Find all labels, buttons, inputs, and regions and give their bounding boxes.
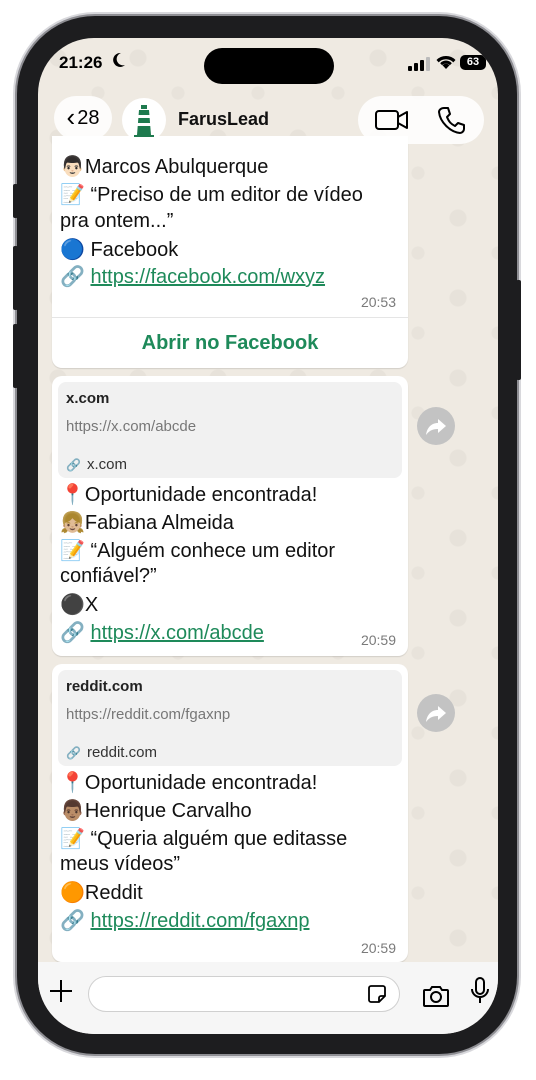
back-button[interactable]: ‹ 28	[54, 96, 112, 140]
message-link[interactable]: https://x.com/abcde	[90, 622, 263, 644]
message-time: 20:53	[360, 294, 396, 310]
link-preview-title: reddit.com	[66, 678, 143, 695]
link-icon: 🔗	[60, 266, 85, 288]
link-preview-url: https://x.com/abcde	[66, 418, 197, 435]
message-bubble[interactable]: reddit.com https://reddit.com/fgaxnp 🔗 re…	[52, 664, 408, 962]
sticker-icon[interactable]	[367, 984, 387, 1004]
message-bubble[interactable]: 👨🏻Marcos Abulquerque 📝 “Preciso de um ed…	[52, 136, 408, 368]
microphone-button[interactable]	[470, 976, 490, 1006]
link-icon: 🔗	[60, 622, 85, 644]
forward-icon	[426, 706, 446, 722]
voice-call-button[interactable]	[436, 104, 468, 136]
status-time: 21:26	[59, 53, 103, 72]
link-icon: 🔗	[60, 910, 85, 932]
microphone-icon	[471, 977, 489, 1003]
message-line: meus vídeos”	[60, 853, 181, 875]
contact-name[interactable]: FarusLead	[178, 109, 269, 130]
message-line: 👨🏽Henrique Carvalho	[60, 800, 252, 822]
forward-button[interactable]	[417, 407, 455, 445]
power-button	[516, 280, 521, 380]
message-line: ⚫X	[60, 594, 99, 616]
message-link[interactable]: https://reddit.com/fgaxnp	[90, 910, 309, 932]
link-icon: 🔗	[66, 458, 81, 472]
call-buttons	[358, 96, 484, 144]
dynamic-island	[204, 48, 334, 84]
message-time: 20:59	[360, 632, 396, 648]
wifi-icon	[436, 54, 456, 70]
message-line: 🔵 Facebook	[60, 239, 179, 261]
message-line: 👧🏼Fabiana Almeida	[60, 512, 234, 534]
video-call-icon	[375, 110, 408, 130]
open-in-facebook-button[interactable]: Abrir no Facebook	[52, 317, 408, 368]
message-input-bar	[38, 962, 498, 1034]
phone-call-icon	[438, 107, 465, 134]
volume-down-button	[13, 324, 18, 388]
message-line: 📝 “Preciso de um editor de vídeo	[60, 184, 363, 206]
unread-count: 28	[77, 106, 100, 129]
link-preview-url: https://reddit.com/fgaxnp	[66, 706, 231, 723]
chevron-left-icon: ‹	[66, 101, 76, 132]
link-preview-title: x.com	[66, 390, 110, 407]
message-link[interactable]: https://facebook.com/wxyz	[90, 266, 325, 288]
video-call-button[interactable]	[374, 106, 410, 134]
message-line: 📍Oportunidade encontrada!	[60, 484, 318, 506]
message-link-line: 🔗 https://x.com/abcde	[60, 620, 264, 645]
message-line: pra ontem...”	[60, 210, 174, 232]
battery-icon: 63	[460, 55, 486, 70]
chat-header: ‹ 28 FarusLead	[38, 92, 498, 148]
link-preview-domain: 🔗 x.com	[66, 456, 127, 473]
contact-avatar[interactable]	[122, 98, 166, 142]
lighthouse-icon	[134, 105, 154, 137]
forward-button[interactable]	[417, 694, 455, 732]
volume-up-button	[13, 246, 18, 310]
plus-icon[interactable]	[48, 976, 74, 1010]
link-preview-domain: 🔗 reddit.com	[66, 744, 157, 761]
camera-button[interactable]	[422, 984, 450, 1008]
message-line: 📍Oportunidade encontrada!	[60, 772, 318, 794]
message-time: 20:59	[360, 940, 396, 956]
message-line: 📝 “Queria alguém que editasse	[60, 828, 348, 850]
message-link-line: 🔗 https://reddit.com/fgaxnp	[60, 908, 309, 933]
cellular-signal-icon	[408, 57, 430, 71]
message-line: 📝 “Alguém conhece um editor	[60, 540, 336, 562]
message-line: confiável?”	[60, 565, 157, 587]
message-line: 👨🏻Marcos Abulquerque	[60, 156, 269, 178]
link-icon: 🔗	[66, 746, 81, 760]
focus-moon-icon	[112, 52, 126, 73]
message-bubble[interactable]: x.com https://x.com/abcde 🔗 x.com 📍Oportu…	[52, 376, 408, 656]
camera-icon	[423, 986, 449, 1007]
mute-switch	[13, 184, 18, 218]
status-bar: 21:26 63	[38, 38, 498, 92]
message-link-line: 🔗 https://facebook.com/wxyz	[60, 264, 325, 289]
message-line: 🟠Reddit	[60, 882, 143, 904]
message-input[interactable]	[88, 976, 400, 1012]
forward-icon	[426, 419, 446, 435]
link-preview[interactable]: x.com https://x.com/abcde 🔗 x.com	[58, 382, 402, 478]
screen: 👨🏻Marcos Abulquerque 📝 “Preciso de um ed…	[38, 38, 498, 1034]
link-preview[interactable]: reddit.com https://reddit.com/fgaxnp 🔗 re…	[58, 670, 402, 766]
